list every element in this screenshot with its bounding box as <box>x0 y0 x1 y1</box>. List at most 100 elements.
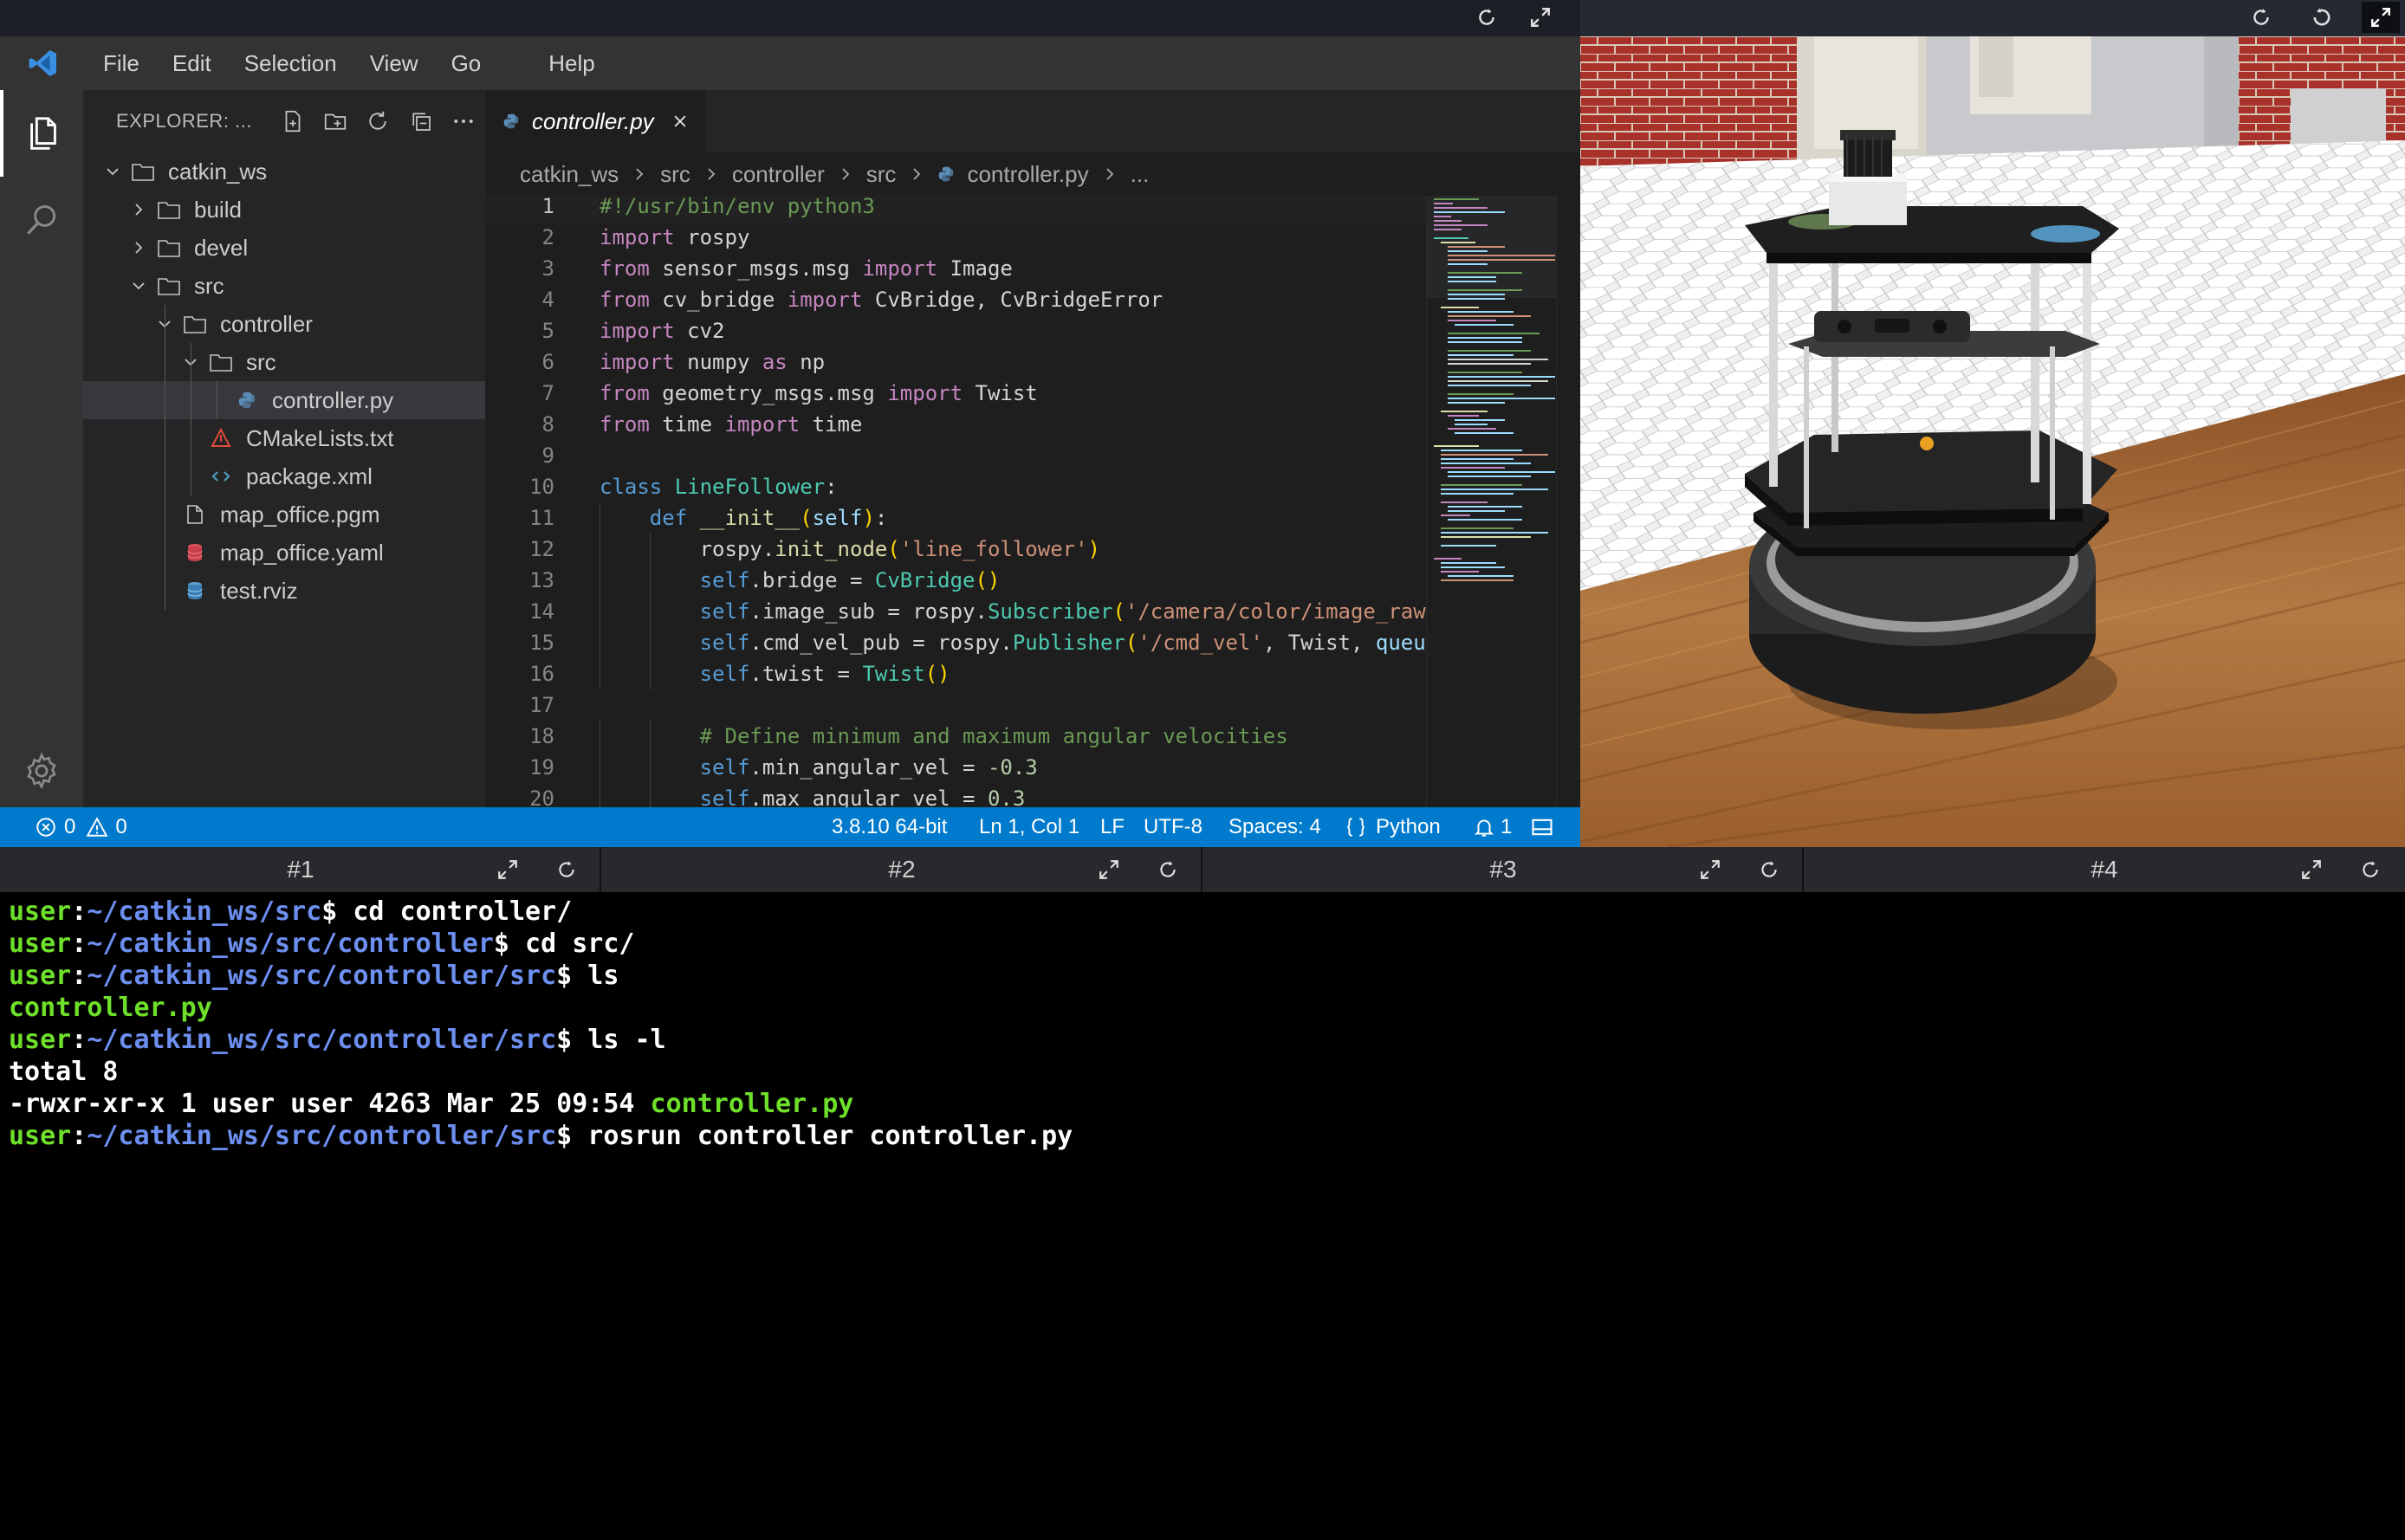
tree-item-test-rviz[interactable]: test.rviz <box>83 572 485 610</box>
tab-controller-py[interactable]: controller.py <box>485 90 705 152</box>
notifications-status[interactable]: 1 <box>1473 807 1512 847</box>
explorer-activity-button[interactable] <box>0 90 83 177</box>
terminal-expand-button[interactable] <box>1093 854 1125 885</box>
reset-view-button[interactable] <box>2303 2 2341 33</box>
terminal-reload-button[interactable] <box>1754 854 1785 885</box>
code-line[interactable]: 18 # Define minimum and maximum angular … <box>485 721 1426 752</box>
tree-item-src[interactable]: src <box>83 267 485 305</box>
menu-selection[interactable]: Selection <box>228 50 353 77</box>
code-line[interactable]: 8 from time import time <box>485 409 1426 440</box>
code-line[interactable]: 13 self.bridge = CvBridge() <box>485 565 1426 596</box>
terminal-tab-3[interactable]: #3 <box>1202 847 1804 892</box>
menu-help[interactable]: Help <box>532 50 611 77</box>
tree-item-package-xml[interactable]: package.xml <box>83 457 485 495</box>
line-number: 5 <box>541 319 554 343</box>
code-line[interactable]: 2 import rospy <box>485 222 1426 253</box>
code-line[interactable]: 14 self.image_sub = rospy.Subscriber('/c… <box>485 596 1426 627</box>
interpreter-status[interactable]: 3.8.10 64-bit <box>832 807 947 847</box>
tree-item-controller-py[interactable]: controller.py <box>83 381 485 419</box>
terminal-segment: $ rosrun controller controller.py <box>556 1121 1073 1151</box>
tree-item-label: map_office.pgm <box>220 501 380 527</box>
code-text: self.bridge = CvBridge() <box>600 565 1001 596</box>
terminal-tab-1[interactable]: #1 <box>0 847 601 892</box>
terminal-tab-2[interactable]: #2 <box>601 847 1202 892</box>
tree-item-cmakelists-txt[interactable]: CMakeLists.txt <box>83 419 485 457</box>
terminal-reload-button[interactable] <box>1152 854 1183 885</box>
code-line[interactable]: 3 from sensor_msgs.msg import Image <box>485 253 1426 284</box>
breadcrumb-symbol[interactable]: ... <box>1131 161 1150 188</box>
language-status[interactable]: Python <box>1345 807 1441 847</box>
terminal-reload-button[interactable] <box>2355 854 2386 885</box>
code-line[interactable]: 16 self.twist = Twist() <box>485 658 1426 689</box>
code-area[interactable]: 1 #!/usr/bin/env python3 2 import rospy 3 fro… <box>485 196 1426 807</box>
simulator-viewport[interactable] <box>1580 36 2405 847</box>
encoding-status[interactable]: UTF-8 <box>1144 807 1202 847</box>
code-line[interactable]: 4 from cv_bridge import CvBridge, CvBridg… <box>485 284 1426 315</box>
terminal-expand-button[interactable] <box>1695 854 1726 885</box>
code-line[interactable]: 19 self.min_angular_vel = -0.3 <box>485 752 1426 783</box>
code-line[interactable]: 15 self.cmd_vel_pub = rospy.Publisher('/… <box>485 627 1426 658</box>
breadcrumb-controller[interactable]: controller <box>732 161 825 188</box>
reload-ide-button[interactable] <box>1469 2 1504 33</box>
code-line[interactable]: 5 import cv2 <box>485 315 1426 346</box>
code-line[interactable]: 12 rospy.init_node('line_follower') <box>485 534 1426 565</box>
code-token: self <box>699 631 750 655</box>
tree-item-label: src <box>194 272 224 299</box>
code-line[interactable]: 1 #!/usr/bin/env python3 <box>485 196 1426 223</box>
tree-item-map-office-yaml[interactable]: map_office.yaml <box>83 534 485 572</box>
menu-go[interactable]: Go <box>435 50 498 77</box>
code-token: np <box>787 350 826 374</box>
tree-item-map-office-pgm[interactable]: map_office.pgm <box>83 495 485 534</box>
layout-status[interactable] <box>1530 807 1554 847</box>
tree-item-label: map_office.yaml <box>220 539 384 566</box>
tree-item-controller[interactable]: controller <box>83 305 485 343</box>
tree-item-build[interactable]: build <box>83 191 485 229</box>
chevron-down-icon <box>102 161 123 182</box>
reload-sim-button[interactable] <box>2242 2 2280 33</box>
terminal-expand-button[interactable] <box>492 854 523 885</box>
terminal-segment: user <box>9 1121 72 1151</box>
terminal-output[interactable]: user:~/catkin_ws/src$ cd controller/user… <box>0 892 2405 1540</box>
code-line[interactable]: 7 from geometry_msgs.msg import Twist <box>485 378 1426 409</box>
reload-icon <box>2359 858 2382 881</box>
editor-scrollbar[interactable] <box>1556 196 1580 807</box>
code-line[interactable]: 11 def __init__(self): <box>485 502 1426 534</box>
menu-file[interactable]: File <box>87 50 156 77</box>
tree-item-src[interactable]: src <box>83 343 485 381</box>
breadcrumb-src[interactable]: src <box>660 161 690 188</box>
new-folder-button[interactable] <box>314 99 356 144</box>
code-line[interactable]: 17 <box>485 689 1426 721</box>
tree-item-catkin-ws[interactable]: catkin_ws <box>83 152 485 191</box>
breadcrumb-src-2[interactable]: src <box>866 161 897 188</box>
code-token: class <box>600 475 663 499</box>
tree-item-devel[interactable]: devel <box>83 229 485 267</box>
breadcrumb-catkin-ws[interactable]: catkin_ws <box>520 161 619 188</box>
terminal-expand-button[interactable] <box>2296 854 2327 885</box>
settings-activity-button[interactable] <box>0 728 83 814</box>
close-tab-button[interactable] <box>671 113 689 130</box>
expand-sim-button[interactable] <box>2362 2 2400 33</box>
problems-status[interactable]: 0 0 <box>35 807 127 847</box>
code-line[interactable]: 20 self.max_angular_vel = 0.3 <box>485 783 1426 807</box>
code-line[interactable]: 9 <box>485 440 1426 471</box>
terminal-tab-4[interactable]: #4 <box>1804 847 2405 892</box>
search-activity-button[interactable] <box>0 177 83 263</box>
terminal-segment: $ cd controller/ <box>321 896 573 927</box>
code-line[interactable]: 10 class LineFollower: <box>485 471 1426 502</box>
collapse-all-button[interactable] <box>399 99 442 144</box>
indent-status[interactable]: Spaces: 4 <box>1228 807 1321 847</box>
new-file-button[interactable] <box>271 99 314 144</box>
code-line[interactable]: 6 import numpy as np <box>485 346 1426 378</box>
menu-edit[interactable]: Edit <box>156 50 228 77</box>
explorer-more-button[interactable] <box>443 99 485 144</box>
reset-icon <box>2310 5 2334 29</box>
eol-status[interactable]: LF <box>1100 807 1125 847</box>
menu-view[interactable]: View <box>353 50 435 77</box>
expand-ide-button[interactable] <box>1523 2 1558 33</box>
cursor-position-status[interactable]: Ln 1, Col 1 <box>979 807 1079 847</box>
minimap[interactable] <box>1426 196 1557 807</box>
refresh-explorer-button[interactable] <box>357 99 399 144</box>
code-text: from cv_bridge import CvBridge, CvBridge… <box>600 284 1163 315</box>
breadcrumb-file[interactable]: controller.py <box>967 161 1088 188</box>
terminal-reload-button[interactable] <box>551 854 582 885</box>
